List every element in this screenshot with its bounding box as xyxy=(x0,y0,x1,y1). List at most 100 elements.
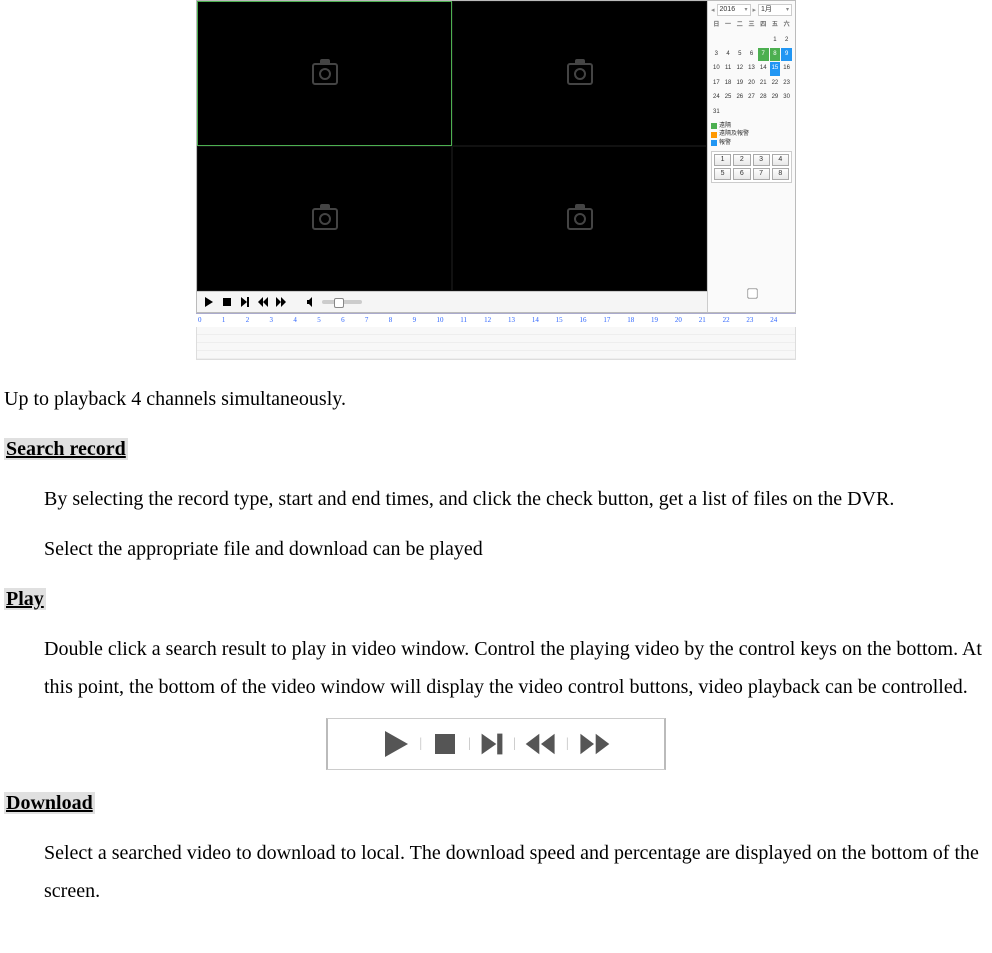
timeline-hour-label: 1 xyxy=(222,314,246,327)
calendar-header-cell: 二 xyxy=(734,19,745,32)
calendar-day-cell[interactable]: 24 xyxy=(711,91,722,104)
calendar-day-cell[interactable]: 11 xyxy=(723,62,734,75)
calendar-header-cell: 四 xyxy=(758,19,769,32)
legend-row1: 遠隔 xyxy=(719,122,731,130)
calendar-day-cell[interactable]: 22 xyxy=(770,77,781,90)
calendar-day-cell[interactable]: 27 xyxy=(746,91,757,104)
calendar-header-cell: 一 xyxy=(723,19,734,32)
calendar-day-cell[interactable]: 19 xyxy=(734,77,745,90)
calendar-day-cell[interactable]: 21 xyxy=(758,77,769,90)
calendar-day-cell[interactable]: 17 xyxy=(711,77,722,90)
timeline-hour-label: 9 xyxy=(413,314,437,327)
calendar-day-cell[interactable]: 3 xyxy=(711,48,722,61)
calendar-day-cell[interactable]: 23 xyxy=(781,77,792,90)
calendar-day-cell[interactable]: 14 xyxy=(758,62,769,75)
search-paragraph-2: Select the appropriate file and download… xyxy=(4,530,988,568)
calendar-day-cell[interactable]: 15 xyxy=(770,62,781,75)
calendar-header-cell: 六 xyxy=(781,19,792,32)
calendar-day-cell[interactable]: 31 xyxy=(711,106,722,119)
fastforward-icon[interactable] xyxy=(274,295,288,309)
channel-button[interactable]: 1 xyxy=(714,154,731,166)
calendar-day-cell[interactable]: 5 xyxy=(734,48,745,61)
calendar-day-cell[interactable]: 9 xyxy=(781,48,792,61)
calendar-day-cell[interactable]: 7 xyxy=(758,48,769,61)
calendar-day-cell[interactable]: 2 xyxy=(781,34,792,47)
timeline-hour-label: 17 xyxy=(603,314,627,327)
timeline-hour-label: 18 xyxy=(627,314,651,327)
video-cell-4[interactable] xyxy=(452,146,707,291)
month-value: 1月 xyxy=(761,5,772,15)
timeline-hour-label: 13 xyxy=(508,314,532,327)
calendar-day-cell[interactable]: 29 xyxy=(770,91,781,104)
camera-icon xyxy=(312,63,338,85)
calendar-header-cell: 三 xyxy=(746,19,757,32)
divider-icon: | xyxy=(466,731,473,758)
play-icon xyxy=(381,729,411,759)
timeline-hour-label: 5 xyxy=(317,314,341,327)
timeline-hour-label: 0 xyxy=(198,314,222,327)
play-paragraph: Double click a search result to play in … xyxy=(4,630,988,706)
side-panel: ◂ 2016 ▸ 1月 日一二三四五六123456789101112131415… xyxy=(707,1,795,312)
stop-icon[interactable] xyxy=(220,295,234,309)
divider-icon: | xyxy=(511,731,518,758)
timeline-ruler[interactable]: 0123456789101112131415161718192021222324 xyxy=(196,313,796,327)
calendar-day-cell[interactable]: 10 xyxy=(711,62,722,75)
calendar-day-cell[interactable]: 25 xyxy=(723,91,734,104)
channel-button[interactable]: 2 xyxy=(733,154,750,166)
legend: 遠隔 遠隔及報警 報警 xyxy=(711,122,792,147)
channel-button[interactable]: 7 xyxy=(753,168,770,180)
controls-figure: | | | | xyxy=(326,718,666,770)
timeline-hour-label: 4 xyxy=(293,314,317,327)
month-select[interactable]: 1月 xyxy=(758,4,792,16)
channel-button[interactable]: 5 xyxy=(714,168,731,180)
step-icon[interactable] xyxy=(238,295,252,309)
calendar-day-cell[interactable]: 16 xyxy=(781,62,792,75)
channel-button[interactable]: 4 xyxy=(772,154,789,166)
timeline-hour-label: 16 xyxy=(580,314,604,327)
year-select[interactable]: 2016 xyxy=(717,4,751,16)
volume-icon[interactable] xyxy=(304,295,318,309)
calendar-day-cell[interactable]: 8 xyxy=(770,48,781,61)
calendar-day-cell[interactable]: 13 xyxy=(746,62,757,75)
calendar-day-cell[interactable]: 18 xyxy=(723,77,734,90)
legend-row3: 報警 xyxy=(719,139,731,147)
timeline-hour-label: 23 xyxy=(746,314,770,327)
section-title-play: Play xyxy=(4,588,46,610)
section-title-search: Search record xyxy=(4,438,128,460)
search-paragraph-1: By selecting the record type, start and … xyxy=(4,480,988,518)
calendar-day-cell[interactable]: 30 xyxy=(781,91,792,104)
calendar-day-cell[interactable]: 12 xyxy=(734,62,745,75)
calendar-day-cell[interactable]: 20 xyxy=(746,77,757,90)
video-cell-1[interactable] xyxy=(197,1,452,146)
timeline-hour-label: 7 xyxy=(365,314,389,327)
camera-icon xyxy=(567,208,593,230)
channel-button[interactable]: 6 xyxy=(733,168,750,180)
rewind-icon[interactable] xyxy=(256,295,270,309)
calendar-header-cell: 五 xyxy=(770,19,781,32)
side-checkbox-row xyxy=(711,278,792,309)
channel-button[interactable]: 3 xyxy=(753,154,770,166)
timeline-hour-label: 2 xyxy=(246,314,270,327)
frame-step-icon xyxy=(479,731,505,757)
timeline-hour-label: 22 xyxy=(723,314,747,327)
video-cell-2[interactable] xyxy=(452,1,707,146)
timeline-hour-label: 21 xyxy=(699,314,723,327)
calendar-day-cell[interactable]: 1 xyxy=(770,34,781,47)
play-icon[interactable] xyxy=(202,295,216,309)
playback-screenshot: ◂ 2016 ▸ 1月 日一二三四五六123456789101112131415… xyxy=(196,0,796,360)
calendar-day-cell[interactable]: 4 xyxy=(723,48,734,61)
timeline-hour-label: 8 xyxy=(389,314,413,327)
calendar-day-cell xyxy=(758,34,769,47)
volume-slider[interactable] xyxy=(322,300,362,304)
timeline-tracks[interactable] xyxy=(196,327,796,360)
calendar-day-cell[interactable]: 6 xyxy=(746,48,757,61)
calendar-day-cell[interactable]: 26 xyxy=(734,91,745,104)
timeline-hour-label: 14 xyxy=(532,314,556,327)
video-cell-3[interactable] xyxy=(197,146,452,291)
calendar[interactable]: 日一二三四五六123456789101112131415161718192021… xyxy=(711,19,792,119)
calendar-day-cell[interactable]: 28 xyxy=(758,91,769,104)
channel-button[interactable]: 8 xyxy=(772,168,789,180)
calendar-day-cell xyxy=(746,34,757,47)
side-checkbox[interactable] xyxy=(747,288,757,298)
video-grid xyxy=(197,1,707,291)
